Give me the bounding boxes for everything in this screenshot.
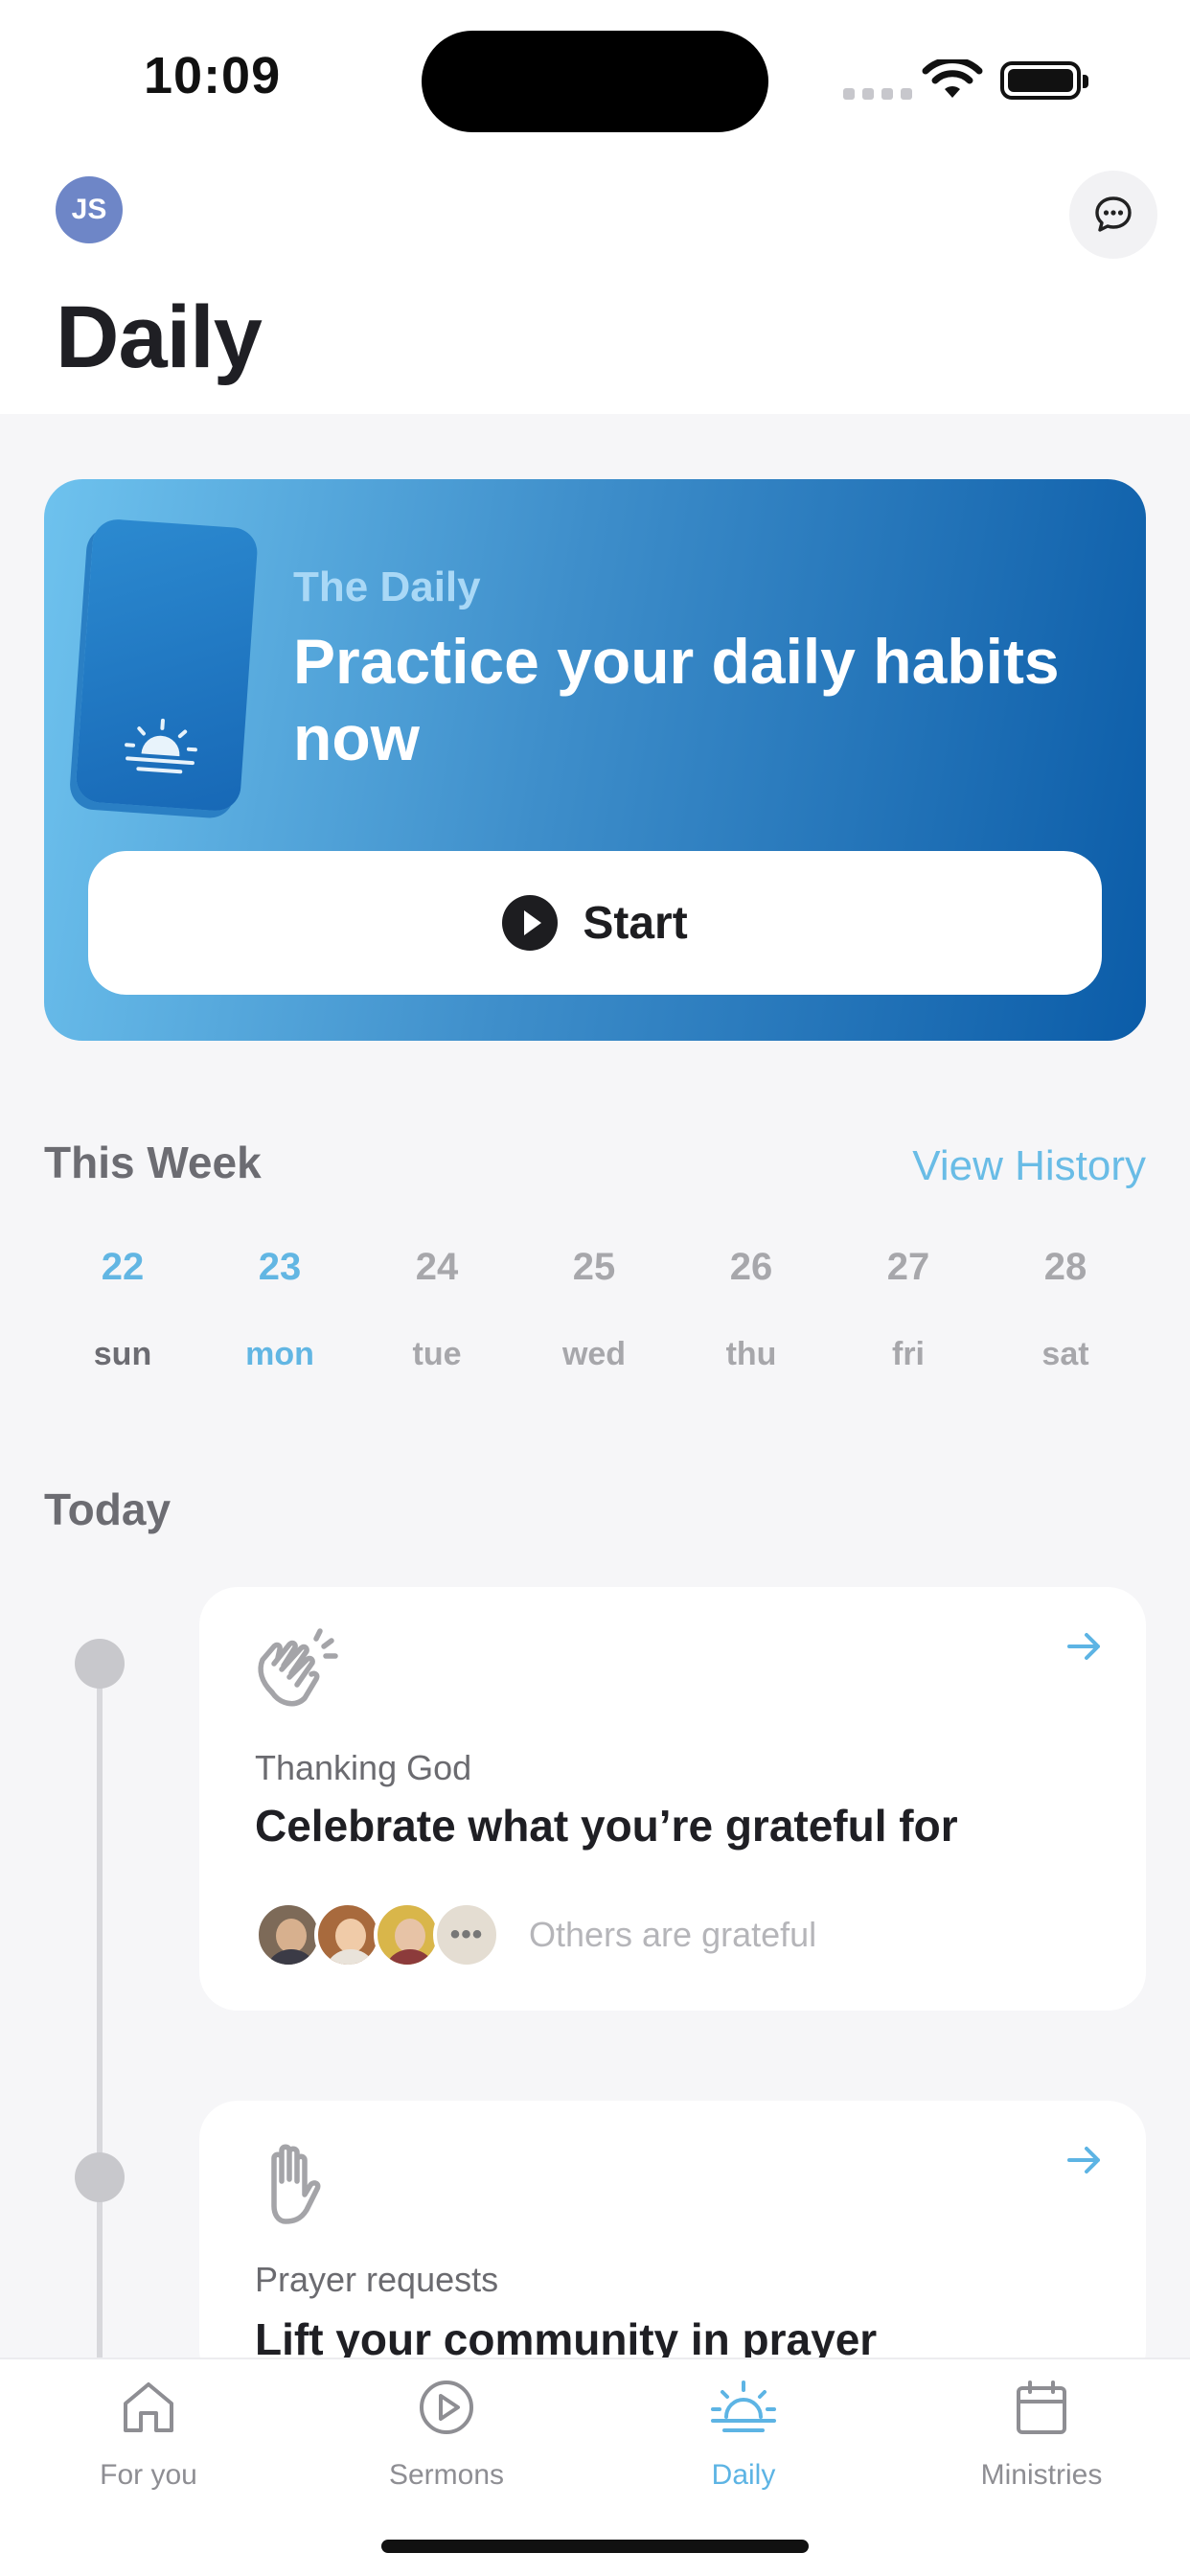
page-header: JS Daily bbox=[0, 153, 1190, 414]
start-button-label: Start bbox=[583, 897, 688, 949]
avatar bbox=[255, 1901, 322, 1968]
week-day-strip: 22 sun 23 mon 24 tue 25 wed 26 thu 27 fr… bbox=[44, 1246, 1146, 1373]
others-grateful-text: Others are grateful bbox=[529, 1915, 817, 1954]
day-name: sun bbox=[93, 1336, 152, 1372]
avatar bbox=[374, 1901, 441, 1968]
start-button[interactable]: Start bbox=[88, 851, 1102, 995]
day-fri[interactable]: 27 fri bbox=[830, 1246, 987, 1373]
day-mon[interactable]: 23 mon bbox=[201, 1246, 358, 1373]
raised-hand-icon bbox=[271, 2144, 321, 2224]
avatar bbox=[314, 1901, 381, 1968]
more-avatars-icon: ••• bbox=[433, 1901, 500, 1968]
page-title: Daily bbox=[56, 288, 263, 386]
tab-label: Sermons bbox=[388, 2459, 505, 2491]
view-history-link[interactable]: View History bbox=[912, 1142, 1146, 1190]
sunrise-icon bbox=[125, 718, 197, 774]
tab-label: For you bbox=[100, 2459, 197, 2491]
battery-icon bbox=[1000, 61, 1088, 100]
task-card-prayer-requests[interactable]: Prayer requests Lift your community in p… bbox=[199, 2101, 1146, 2388]
task-title: Celebrate what you’re grateful for bbox=[255, 1801, 958, 1851]
day-number: 26 bbox=[729, 1246, 773, 1288]
user-avatar[interactable]: JS bbox=[56, 176, 123, 243]
today-heading: Today bbox=[44, 1484, 172, 1534]
day-number: 25 bbox=[572, 1246, 616, 1288]
tab-ministries[interactable]: Ministries bbox=[927, 2377, 1156, 2492]
status-bar: 10:09 bbox=[0, 0, 1190, 153]
timeline-dot bbox=[75, 2152, 125, 2202]
play-icon bbox=[502, 895, 559, 951]
tab-daily[interactable]: Daily bbox=[629, 2377, 858, 2492]
day-name: mon bbox=[245, 1336, 314, 1372]
day-name: thu bbox=[725, 1336, 777, 1372]
tab-label: Ministries bbox=[980, 2459, 1103, 2491]
day-name: wed bbox=[561, 1336, 627, 1372]
play-circle-icon bbox=[420, 2380, 473, 2434]
status-time: 10:09 bbox=[144, 47, 282, 104]
day-number: 24 bbox=[415, 1246, 459, 1288]
timeline-dot bbox=[75, 1639, 125, 1689]
messages-button[interactable] bbox=[1069, 171, 1157, 259]
clapping-hands-icon bbox=[258, 1628, 338, 1707]
sunrise-icon bbox=[711, 2380, 776, 2432]
grateful-avatars[interactable]: ••• Others are grateful bbox=[255, 1901, 816, 1968]
day-name: sat bbox=[1041, 1336, 1089, 1372]
home-indicator bbox=[381, 2540, 809, 2553]
calendar-icon bbox=[1017, 2380, 1066, 2434]
chat-bubble-icon bbox=[1095, 196, 1132, 232]
daily-hero-card[interactable]: The Daily Practice your daily habits now… bbox=[44, 479, 1146, 1041]
hero-title: Practice your daily habits now bbox=[293, 626, 1060, 773]
task-kicker: Thanking God bbox=[255, 1748, 472, 1787]
day-thu[interactable]: 26 thu bbox=[673, 1246, 830, 1373]
cellular-signal-icon bbox=[843, 88, 912, 100]
day-number: 22 bbox=[101, 1246, 145, 1288]
day-number: 27 bbox=[886, 1246, 930, 1288]
dynamic-island bbox=[422, 31, 768, 132]
wifi-icon bbox=[922, 59, 983, 98]
day-name: fri bbox=[892, 1336, 925, 1372]
day-number: 23 bbox=[258, 1246, 302, 1288]
day-sat[interactable]: 28 sat bbox=[987, 1246, 1144, 1373]
task-card-thanking-god[interactable]: Thanking God Celebrate what you’re grate… bbox=[199, 1587, 1146, 2011]
arrow-right-icon[interactable] bbox=[1065, 1631, 1104, 1662]
tab-sermons[interactable]: Sermons bbox=[332, 2377, 561, 2492]
task-kicker: Prayer requests bbox=[255, 2260, 499, 2299]
day-name: tue bbox=[412, 1336, 462, 1372]
day-sun[interactable]: 22 sun bbox=[44, 1246, 201, 1373]
day-number: 28 bbox=[1043, 1246, 1087, 1288]
this-week-heading: This Week bbox=[44, 1138, 262, 1187]
arrow-right-icon[interactable] bbox=[1065, 2145, 1104, 2175]
tab-for-you[interactable]: For you bbox=[34, 2377, 263, 2492]
day-tue[interactable]: 24 tue bbox=[358, 1246, 515, 1373]
daily-book-illustration bbox=[74, 518, 260, 813]
day-wed[interactable]: 25 wed bbox=[515, 1246, 673, 1373]
home-icon bbox=[124, 2382, 173, 2432]
timeline-line bbox=[97, 1658, 103, 2358]
hero-eyebrow: The Daily bbox=[293, 564, 481, 610]
tab-label: Daily bbox=[711, 2459, 776, 2491]
